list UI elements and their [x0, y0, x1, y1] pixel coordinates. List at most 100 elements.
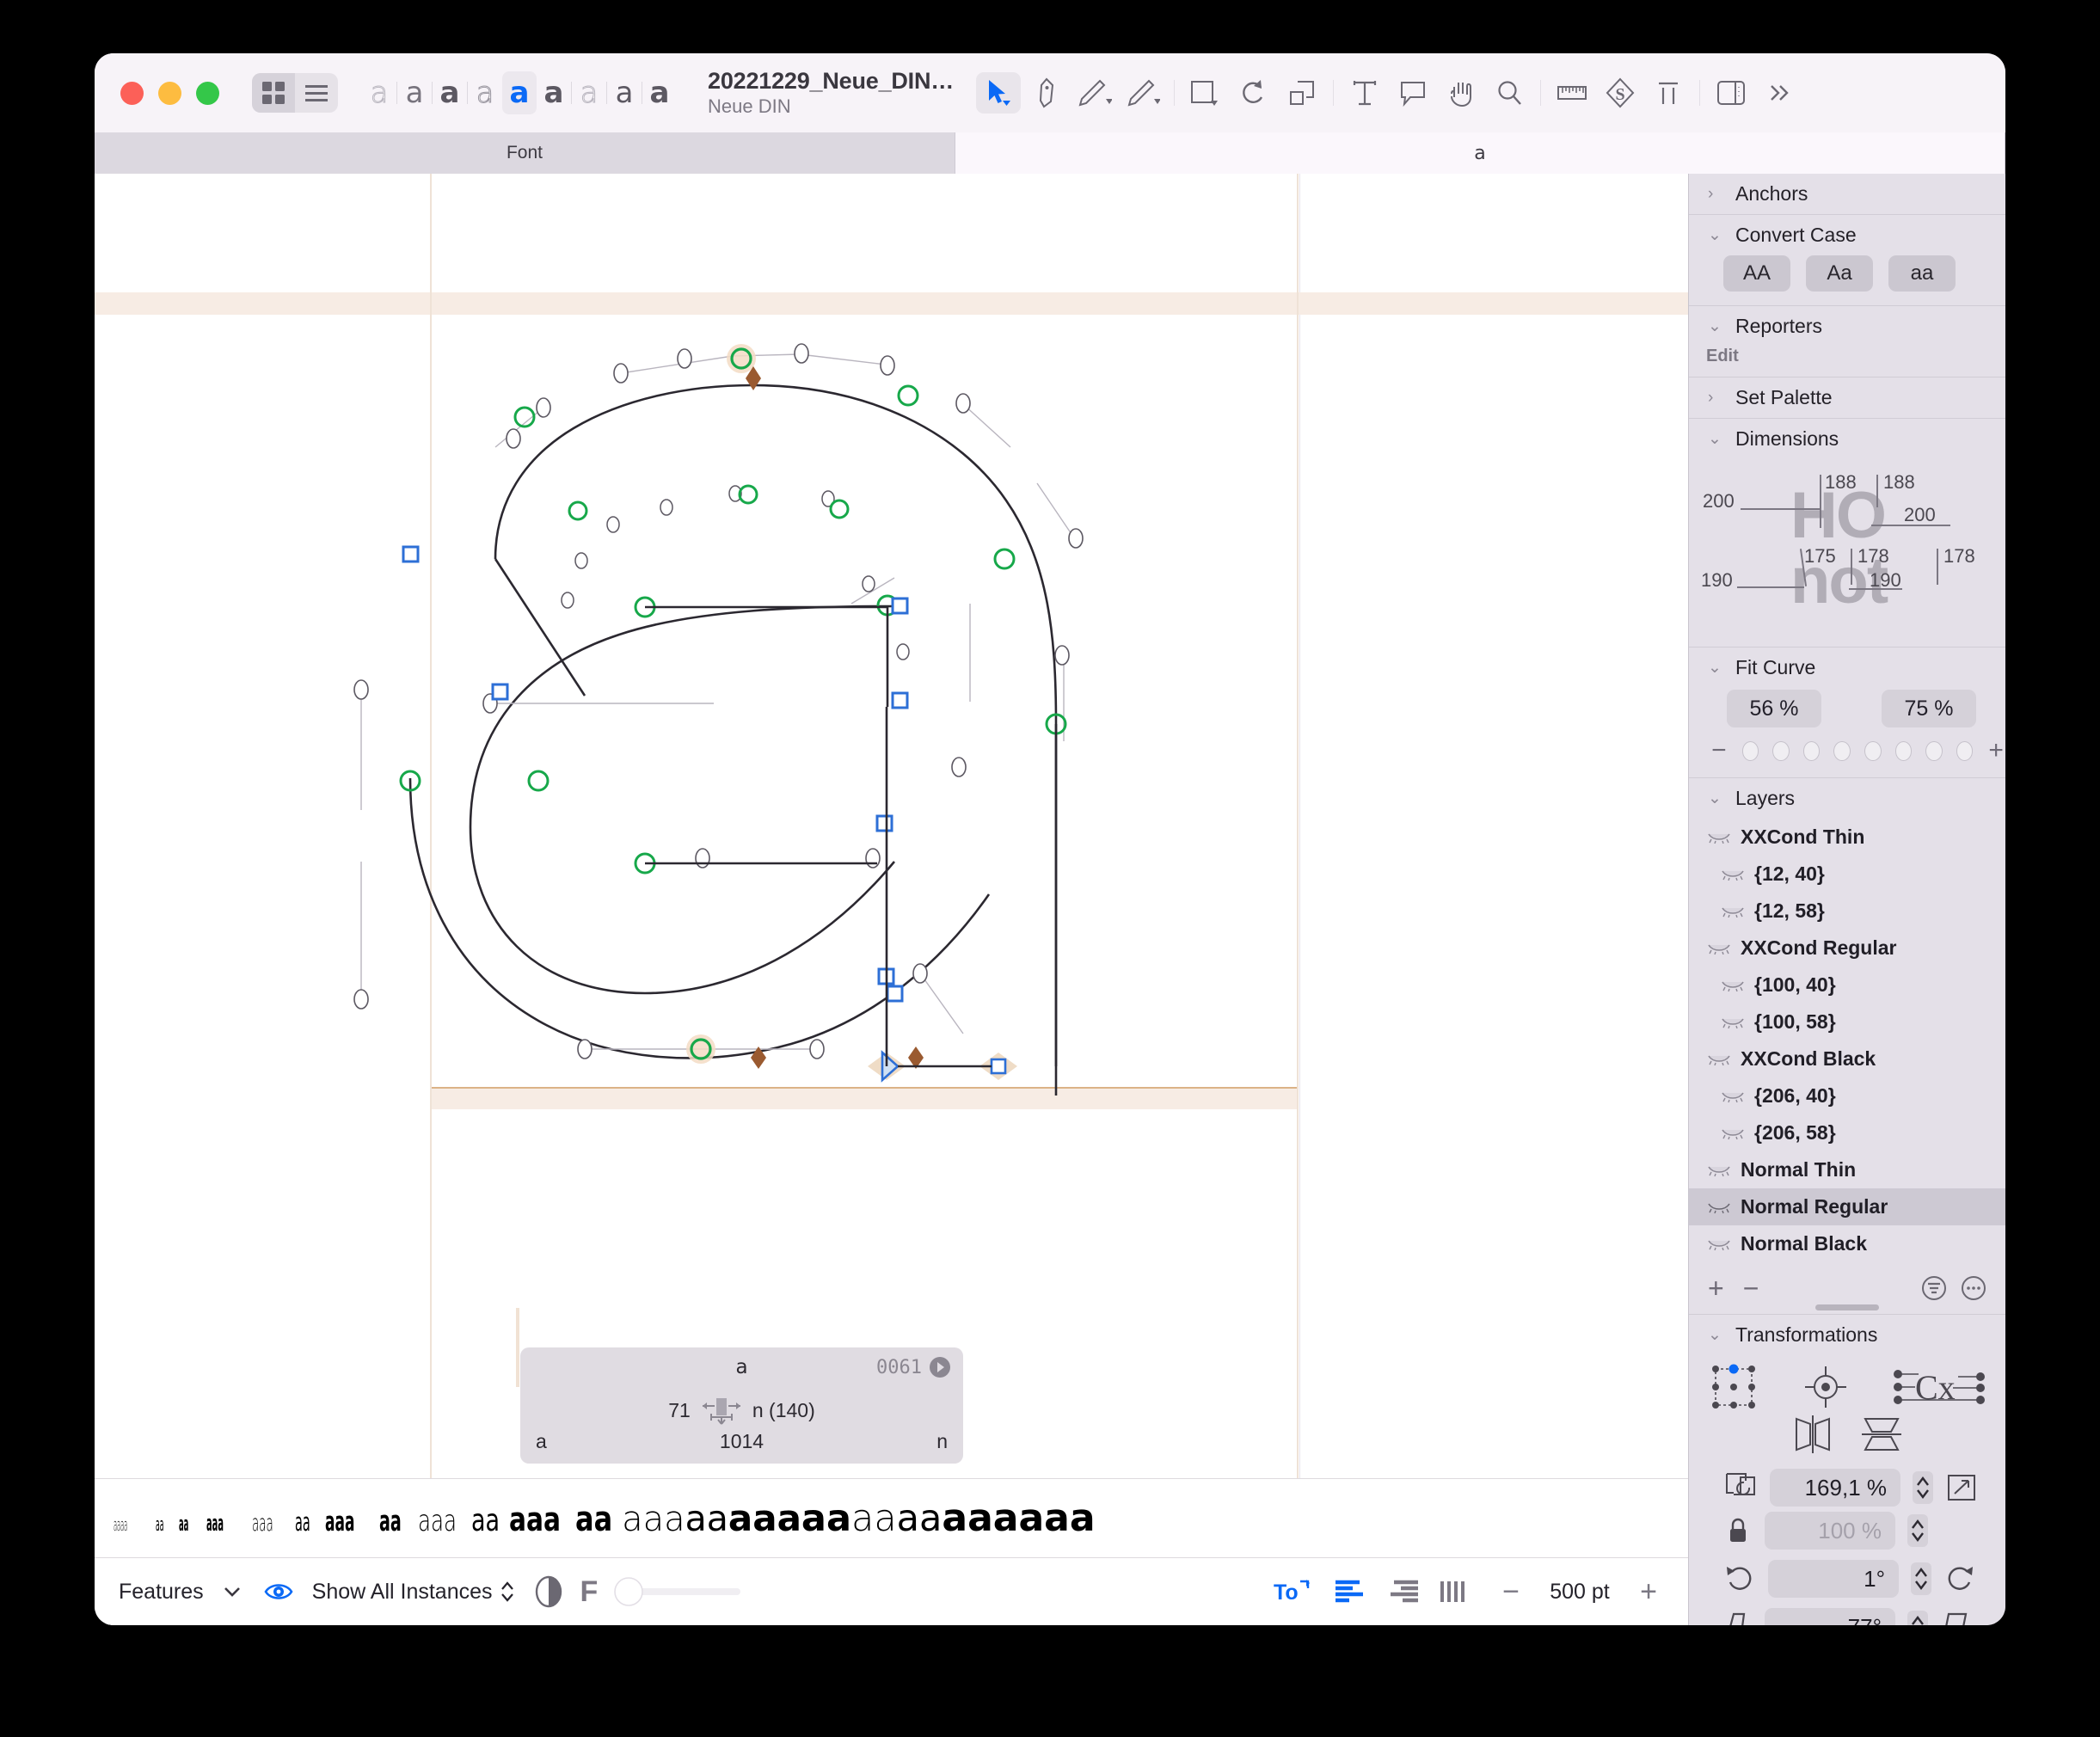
fit-curve-preset-dot[interactable] [1956, 740, 1974, 761]
info-next-button[interactable] [929, 1356, 951, 1378]
rotate-ccw-button[interactable] [1723, 1563, 1756, 1594]
flip-vertical-button[interactable] [1862, 1415, 1901, 1453]
fit-curve-value-2[interactable]: 75 % [1882, 690, 1976, 727]
master-button-7[interactable]: a [572, 71, 606, 114]
view-mode-segmented-control[interactable] [252, 73, 338, 113]
features-dropdown-button[interactable] [223, 1586, 242, 1598]
zoom-in-button[interactable]: + [1631, 1575, 1666, 1609]
remove-layer-button[interactable]: − [1743, 1273, 1759, 1304]
glyph-outline-svg[interactable] [95, 174, 1688, 1429]
knife-tool-button[interactable] [1121, 72, 1165, 114]
text-tool-button[interactable] [1342, 72, 1387, 114]
scale-field-row[interactable]: 169,1 % [1689, 1464, 2005, 1512]
reporters-edit-link[interactable]: Edit [1689, 347, 2005, 377]
select-tool-button[interactable] [976, 72, 1022, 114]
convert-titlecase-button[interactable]: Aa [1806, 255, 1873, 292]
align-left-button[interactable] [1334, 1579, 1366, 1605]
zoom-tool-button[interactable] [1487, 72, 1532, 114]
pencil-tool-button[interactable] [1072, 72, 1117, 114]
toggle-sidebar-button[interactable] [1709, 72, 1753, 114]
eye-closed-icon[interactable] [1708, 832, 1730, 844]
section-convert-case[interactable]: ⌄ Convert Case AA Aa aa [1689, 215, 2005, 306]
transform-origin-row[interactable]: Cx [1689, 1355, 2005, 1415]
rotate-input[interactable]: 1° [1768, 1560, 1899, 1598]
fit-curve-preset-dot[interactable] [1864, 740, 1882, 761]
minimize-button[interactable] [158, 81, 181, 105]
close-button[interactable] [120, 81, 144, 105]
layer-row[interactable]: XXCond Black [1689, 1040, 2005, 1077]
slant-left-button[interactable] [1723, 1611, 1753, 1625]
convert-uppercase-button[interactable]: AA [1723, 255, 1790, 292]
off-curve-nodes[interactable] [353, 343, 1084, 1059]
convert-case-buttons[interactable]: AA Aa aa [1689, 255, 2005, 305]
contrast-toggle-button[interactable] [534, 1575, 563, 1608]
scale-y-input[interactable]: 100 % [1765, 1512, 1895, 1550]
master-button-3[interactable]: a [433, 71, 467, 114]
layers-more-button[interactable] [1961, 1275, 1986, 1301]
layer-row[interactable]: {100, 40} [1689, 967, 2005, 1004]
fit-curve-preset-dot[interactable] [1833, 740, 1851, 761]
slant-field-row[interactable]: 77° [1689, 1603, 2005, 1625]
measurement-tool-button[interactable] [1550, 72, 1594, 114]
preview-size-slider[interactable] [613, 1576, 742, 1607]
scale-x-input[interactable]: 169,1 % [1770, 1469, 1900, 1507]
eye-closed-icon[interactable] [1722, 979, 1744, 991]
show-instances-label[interactable]: Show All Instances [312, 1580, 493, 1605]
slant-stepper[interactable] [1907, 1611, 1928, 1625]
eye-closed-icon[interactable] [1722, 868, 1744, 881]
grid-view-button[interactable] [252, 73, 295, 113]
section-anchors[interactable]: › Anchors [1689, 174, 2005, 215]
tab-font[interactable]: Font [95, 132, 955, 174]
scale-lock-button[interactable] [1723, 1517, 1753, 1544]
eye-closed-icon[interactable] [1708, 1201, 1730, 1213]
zoom-out-button[interactable]: − [1494, 1575, 1528, 1609]
kerning-toggle-button[interactable]: To [1274, 1578, 1310, 1605]
layers-header[interactable]: ⌄ Layers [1689, 778, 2005, 819]
fit-curve-preset-dot[interactable] [1925, 740, 1943, 761]
fit-curve-value-1[interactable]: 56 % [1727, 690, 1821, 727]
section-reporters[interactable]: ⌄ Reporters Edit [1689, 306, 2005, 377]
set-palette-header[interactable]: › Set Palette [1689, 377, 2005, 418]
left-sidebearing-value[interactable]: 71 [668, 1399, 691, 1422]
glyph-info-box[interactable]: a 0061 71 n (140) a 1014 n [516, 1308, 963, 1464]
convert-case-header[interactable]: ⌄ Convert Case [1689, 215, 2005, 255]
add-layer-button[interactable]: + [1708, 1273, 1724, 1304]
zoom-value[interactable]: 500 pt [1528, 1580, 1631, 1605]
layers-footer[interactable]: + − [1689, 1262, 2005, 1314]
scale-proportional-button[interactable] [1945, 1470, 1980, 1505]
more-toolbar-items-button[interactable] [1757, 72, 1802, 114]
layer-row[interactable]: Normal Black [1689, 1225, 2005, 1262]
eye-closed-icon[interactable] [1708, 1164, 1730, 1176]
anchors-header[interactable]: › Anchors [1689, 174, 2005, 214]
section-layers[interactable]: ⌄ Layers XXCond Thin {12, 40} {12, 58} X… [1689, 778, 2005, 1315]
left-metric-key[interactable]: a [536, 1430, 547, 1453]
dimensions-header[interactable]: ⌄ Dimensions [1689, 419, 2005, 459]
cx-metrics-button[interactable]: Cx [1893, 1365, 1986, 1409]
draw-pen-tool-button[interactable] [1024, 72, 1069, 114]
eye-closed-icon[interactable] [1708, 942, 1730, 954]
inspector-sidebar[interactable]: › Anchors ⌄ Convert Case AA Aa aa ⌄ Repo… [1688, 174, 2005, 1625]
master-button-4[interactable]: a [468, 71, 502, 114]
scale-reset-button[interactable] [1723, 1470, 1758, 1505]
eye-closed-icon[interactable] [1722, 1127, 1744, 1139]
section-set-palette[interactable]: › Set Palette [1689, 377, 2005, 419]
section-transformations[interactable]: ⌄ Transformations Cx 169,1 % 100 % 1° [1689, 1315, 2005, 1625]
glyph-editor[interactable]: a 0061 71 n (140) a 1014 n aaaa aa aa aa… [95, 174, 1688, 1625]
fit-curve-values[interactable]: 56 % 75 % [1689, 688, 2005, 736]
bottom-toolbar[interactable]: Features Show All Instances F To − 500 p… [95, 1557, 1688, 1625]
eye-closed-icon[interactable] [1722, 905, 1744, 918]
layer-row[interactable]: {206, 58} [1689, 1114, 2005, 1151]
layer-row[interactable]: XXCond Regular [1689, 930, 2005, 967]
rotate-tool-button[interactable] [1231, 72, 1276, 114]
transformations-header[interactable]: ⌄ Transformations [1689, 1315, 2005, 1355]
fit-curve-preset-dot[interactable] [1894, 740, 1913, 761]
eye-closed-icon[interactable] [1708, 1053, 1730, 1065]
tab-bar[interactable]: Font a [95, 132, 2005, 175]
rotate-field-row[interactable]: 1° [1689, 1555, 2005, 1603]
transform-origin-button[interactable] [1709, 1364, 1759, 1410]
eye-closed-icon[interactable] [1722, 1016, 1744, 1028]
smart-component-tool-button[interactable]: S [1598, 72, 1643, 114]
master-selector[interactable]: a a a a a a a a a [362, 71, 677, 114]
convert-lowercase-button[interactable]: aa [1888, 255, 1956, 292]
annotation-tool-button[interactable] [1391, 72, 1435, 114]
